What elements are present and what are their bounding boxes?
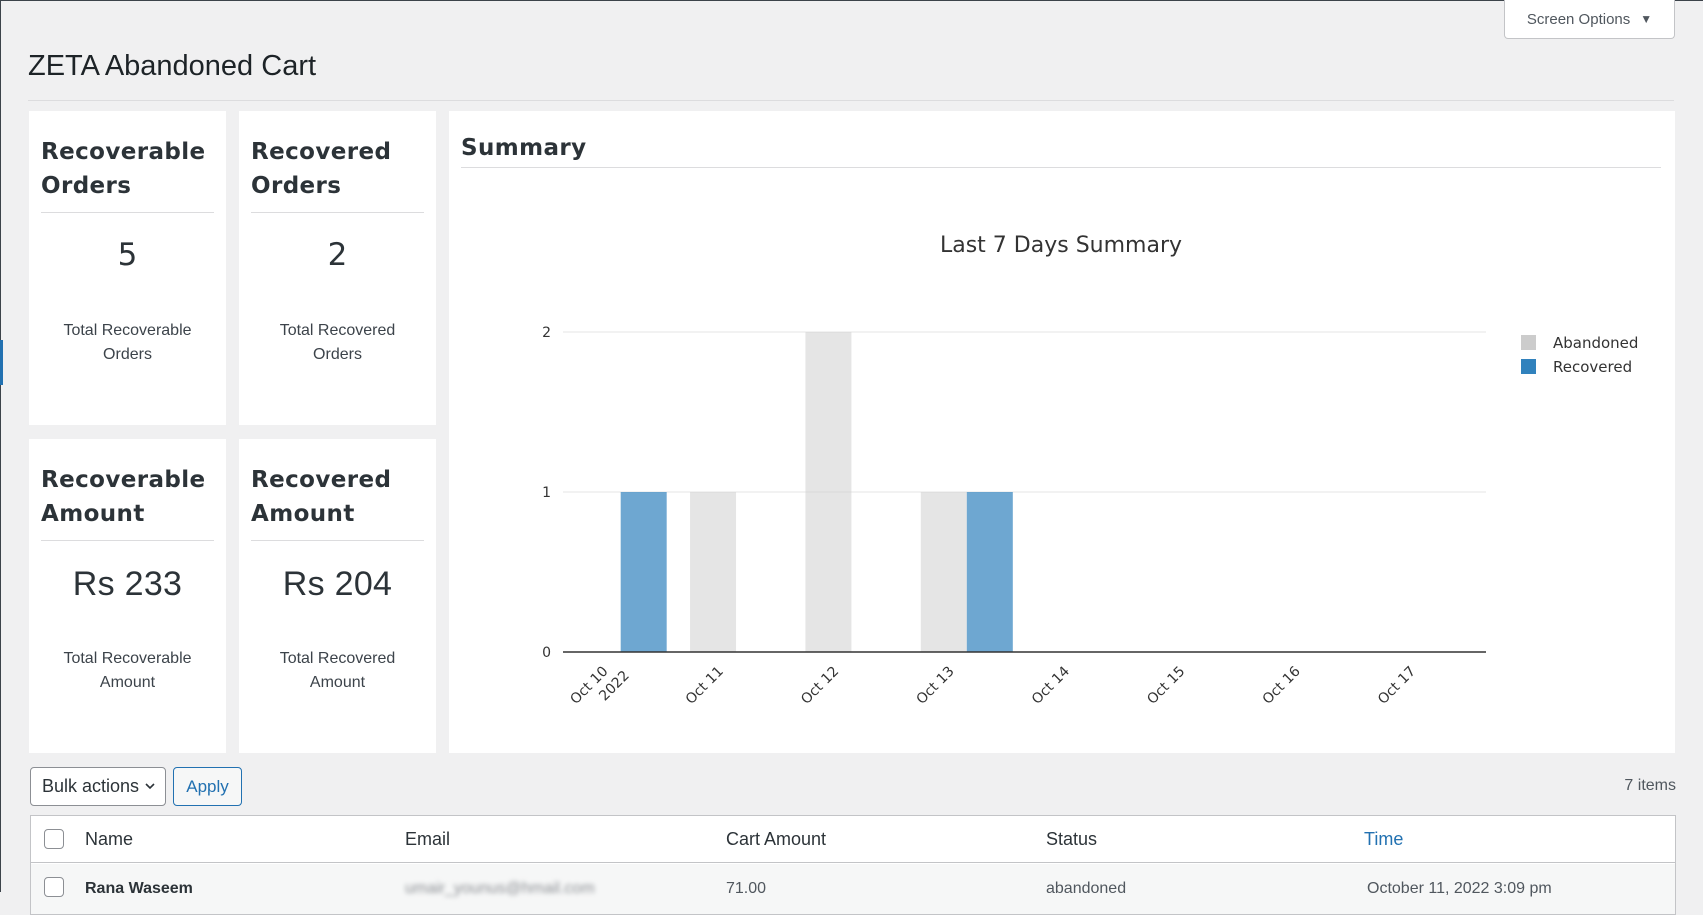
screen-options-label: Screen Options <box>1526 10 1631 28</box>
screen-options-button[interactable]: Screen Options ▼ <box>1504 0 1675 39</box>
card-title: Recoverable Orders <box>41 135 214 213</box>
x-tick-label: Oct 14 <box>1029 663 1073 707</box>
card-title: Recovered Amount <box>251 463 424 541</box>
bar-recovered <box>620 492 667 652</box>
card-title: Recoverable Amount <box>41 463 214 541</box>
x-tick-label: Oct 102022 <box>567 655 632 720</box>
row-name[interactable]: Rana Waseem <box>85 880 193 898</box>
card-title: Recovered Orders <box>251 135 424 213</box>
y-tick-label: 1 <box>542 485 551 501</box>
card-caption: Total Recovered Amount <box>279 650 396 691</box>
card-value: 5 <box>117 237 138 273</box>
card-value: 2 <box>327 237 348 273</box>
card-recoverable-orders: Recoverable Orders 5 Total Recoverable O… <box>29 111 226 425</box>
x-tick-label: Oct 11 <box>683 664 727 708</box>
title-divider <box>28 100 1674 101</box>
column-time-sort-link[interactable]: Time <box>1364 829 1403 850</box>
card-value: Rs 233 <box>72 565 183 603</box>
table-header: Name Email Cart Amount Status Time <box>31 816 1675 863</box>
select-all-checkbox[interactable] <box>44 829 64 849</box>
legend-label-recovered: Recovered <box>1553 358 1632 376</box>
row-cart-amount: 71.00 <box>726 880 767 897</box>
items-count: 7 items <box>1624 777 1676 794</box>
card-recoverable-amount: Recoverable Amount Rs 233 Total Recovera… <box>29 439 226 753</box>
column-status[interactable]: Status <box>1046 829 1097 850</box>
table-row: Rana Waseem umair_younus@hmail.com 71.00… <box>31 864 1675 914</box>
x-tick-label: Oct 12 <box>798 664 842 708</box>
summary-panel: Summary Last 7 Days Summary 0 1 2 Oct 102022… <box>449 111 1675 753</box>
column-name[interactable]: Name <box>85 829 133 850</box>
row-time: October 11, 2022 3:09 pm <box>1367 880 1552 897</box>
legend-swatch-recovered <box>1521 359 1536 374</box>
row-checkbox[interactable] <box>44 877 64 897</box>
card-value: Rs 204 <box>282 565 393 603</box>
carts-table: Name Email Cart Amount Status Time Rana … <box>30 815 1676 915</box>
y-tick-label: 0 <box>542 645 551 661</box>
bulk-actions-select[interactable]: Bulk actions <box>30 767 166 806</box>
x-tick-label: Oct 17 <box>1375 664 1419 708</box>
legend-label-abandoned: Abandoned <box>1553 334 1638 352</box>
bar-abandoned <box>690 492 737 652</box>
bar-abandoned <box>920 492 967 652</box>
card-recovered-amount: Recovered Amount Rs 204 Total Recovered … <box>239 439 436 753</box>
column-email[interactable]: Email <box>405 829 450 850</box>
page-title: ZETA Abandoned Cart <box>28 50 317 82</box>
table-nav: Bulk actions Apply 7 items <box>30 767 1676 807</box>
card-caption: Total Recoverable Amount <box>63 650 192 691</box>
summary-chart: Last 7 Days Summary 0 1 2 Oct 102022 Oct 11 Oc… <box>542 233 1638 720</box>
bulk-actions-label: Bulk actions <box>42 776 140 796</box>
x-tick-label: Oct 16 <box>1260 663 1304 707</box>
chart-title: Last 7 Days Summary <box>940 233 1182 258</box>
card-caption: Total Recovered Orders <box>279 322 396 363</box>
admin-menu-edge <box>0 340 3 385</box>
bar-abandoned <box>805 332 852 652</box>
x-tick-label: Oct 15 <box>1144 664 1188 708</box>
x-tick-label: Oct 13 <box>913 664 957 708</box>
row-status: abandoned <box>1046 880 1127 897</box>
row-email: umair_younus@hmail.com <box>405 880 595 897</box>
chevron-down-icon <box>145 783 155 790</box>
card-recovered-orders: Recovered Orders 2 Total Recovered Order… <box>239 111 436 425</box>
caret-down-icon: ▼ <box>1640 12 1653 26</box>
legend-swatch-abandoned <box>1521 335 1536 350</box>
column-cart-amount[interactable]: Cart Amount <box>726 829 826 850</box>
card-caption: Total Recoverable Orders <box>63 322 192 363</box>
apply-button[interactable]: Apply <box>173 767 242 806</box>
y-tick-label: 2 <box>542 325 551 341</box>
bar-recovered <box>966 492 1013 652</box>
